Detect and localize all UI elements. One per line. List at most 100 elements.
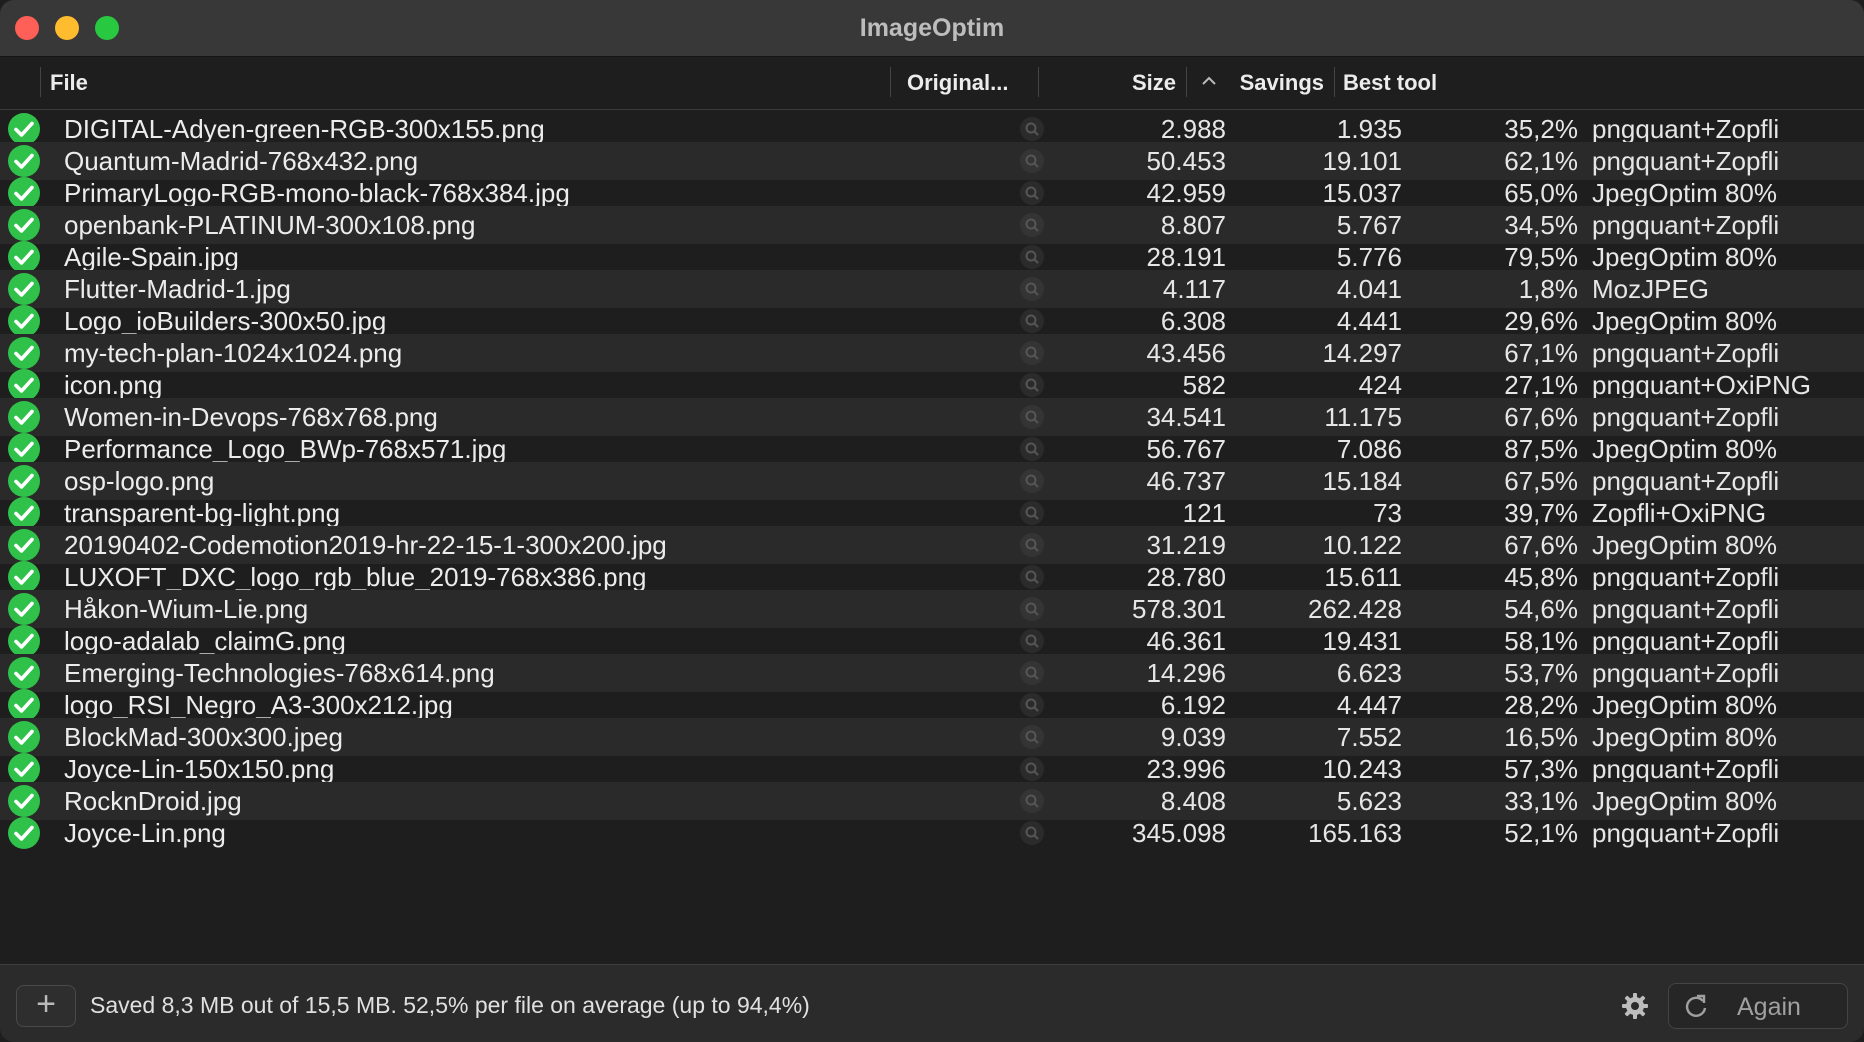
file-name: Emerging-Technologies-768x614.png xyxy=(64,658,495,688)
original-size: 2.988 xyxy=(1160,114,1226,144)
title-bar: ImageOptim xyxy=(0,0,1864,57)
optimized-size: 15.611 xyxy=(1324,562,1402,592)
original-size: 8.807 xyxy=(1160,210,1226,240)
imageoptim-window: ImageOptim File Original... Size Savings… xyxy=(0,0,1864,1042)
checkmark-icon xyxy=(8,465,40,497)
best-tool: pngquant+Zopfli xyxy=(1592,466,1780,496)
magnifier-icon[interactable] xyxy=(1020,789,1044,813)
savings-percent: 33,1% xyxy=(1504,786,1578,816)
optimized-size: 262.428 xyxy=(1308,594,1402,624)
original-size: 56.767 xyxy=(1146,434,1226,464)
savings-percent: 67,1% xyxy=(1504,338,1578,368)
original-size: 46.361 xyxy=(1146,626,1226,656)
add-files-button[interactable]: + xyxy=(16,985,76,1027)
magnifier-icon[interactable] xyxy=(1020,277,1044,301)
original-size: 31.219 xyxy=(1146,530,1226,560)
checkmark-icon xyxy=(8,657,40,689)
optimized-size: 19.431 xyxy=(1322,626,1402,656)
original-size: 8.408 xyxy=(1160,786,1226,816)
magnifier-icon[interactable] xyxy=(1020,437,1044,461)
gear-icon[interactable] xyxy=(1620,991,1650,1021)
savings-percent: 28,2% xyxy=(1504,690,1578,720)
savings-percent: 29,6% xyxy=(1504,306,1578,336)
optimized-size: 10.122 xyxy=(1322,530,1402,560)
original-size: 28.780 xyxy=(1146,562,1226,592)
magnifier-icon[interactable] xyxy=(1020,757,1044,781)
magnifier-icon[interactable] xyxy=(1020,117,1044,141)
original-size: 6.192 xyxy=(1160,690,1226,720)
column-header-original[interactable]: Original... xyxy=(907,70,1008,96)
magnifier-icon[interactable] xyxy=(1020,821,1044,845)
best-tool: pngquant+Zopfli xyxy=(1592,210,1780,240)
column-header-best-tool[interactable]: Best tool xyxy=(1343,70,1437,96)
checkmark-icon xyxy=(8,593,40,625)
sort-ascending-icon[interactable] xyxy=(1202,73,1216,91)
file-name: Håkon-Wium-Lie.png xyxy=(64,594,309,624)
file-name: osp-logo.png xyxy=(64,466,215,496)
best-tool: JpegOptim 80% xyxy=(1592,178,1777,208)
checkmark-icon xyxy=(8,401,40,433)
magnifier-icon[interactable] xyxy=(1020,405,1044,429)
checkmark-icon xyxy=(8,721,40,753)
table-row[interactable]: Joyce-Lin.png 345.098 165.163 52,1% pngquant… xyxy=(0,814,1864,852)
optimized-size: 165.163 xyxy=(1308,818,1402,848)
magnifier-icon[interactable] xyxy=(1020,725,1044,749)
magnifier-icon[interactable] xyxy=(1020,629,1044,653)
savings-percent: 54,6% xyxy=(1504,594,1578,624)
savings-percent: 57,3% xyxy=(1504,754,1578,784)
savings-percent: 53,7% xyxy=(1504,658,1578,688)
savings-percent: 65,0% xyxy=(1504,178,1578,208)
optimized-size: 15.184 xyxy=(1322,466,1402,496)
best-tool: pngquant+Zopfli xyxy=(1592,594,1780,624)
magnifier-icon[interactable] xyxy=(1020,181,1044,205)
checkmark-icon xyxy=(8,625,40,657)
magnifier-icon[interactable] xyxy=(1020,469,1044,493)
optimized-size: 11.175 xyxy=(1324,402,1402,432)
magnifier-icon[interactable] xyxy=(1020,597,1044,621)
checkmark-icon xyxy=(8,337,40,369)
magnifier-icon[interactable] xyxy=(1020,341,1044,365)
savings-percent: 67,6% xyxy=(1504,402,1578,432)
savings-percent: 79,5% xyxy=(1504,242,1578,272)
best-tool: JpegOptim 80% xyxy=(1592,242,1777,272)
magnifier-icon[interactable] xyxy=(1020,501,1044,525)
column-separator xyxy=(40,67,41,97)
checkmark-icon xyxy=(8,145,40,177)
savings-percent: 1,8% xyxy=(1518,274,1578,304)
file-name: logo-adalab_claimG.png xyxy=(64,626,346,656)
magnifier-icon[interactable] xyxy=(1020,661,1044,685)
checkmark-icon xyxy=(8,177,40,209)
original-size: 43.456 xyxy=(1146,338,1226,368)
file-name: 20190402-Codemotion2019-hr-22-15-1-300x2… xyxy=(64,530,667,560)
column-header-file[interactable]: File xyxy=(50,70,88,96)
checkmark-icon xyxy=(8,369,40,401)
savings-percent: 27,1% xyxy=(1504,370,1578,400)
again-button[interactable]: Again xyxy=(1668,983,1848,1029)
file-name: DIGITAL-Adyen-green-RGB-300x155.png xyxy=(64,114,545,144)
checkmark-icon xyxy=(8,305,40,337)
original-size: 50.453 xyxy=(1146,146,1226,176)
column-header-savings[interactable]: Savings xyxy=(1240,70,1324,96)
magnifier-icon[interactable] xyxy=(1020,373,1044,397)
magnifier-icon[interactable] xyxy=(1020,565,1044,589)
column-header-size[interactable]: Size xyxy=(1132,70,1176,96)
magnifier-icon[interactable] xyxy=(1020,533,1044,557)
best-tool: JpegOptim 80% xyxy=(1592,306,1777,336)
column-separator xyxy=(890,67,891,97)
savings-percent: 16,5% xyxy=(1504,722,1578,752)
checkmark-icon xyxy=(8,817,40,849)
best-tool: pngquant+Zopfli xyxy=(1592,626,1780,656)
savings-percent: 52,1% xyxy=(1504,818,1578,848)
optimized-size: 7.552 xyxy=(1336,722,1402,752)
magnifier-icon[interactable] xyxy=(1020,213,1044,237)
magnifier-icon[interactable] xyxy=(1020,149,1044,173)
file-name: Agile-Spain.jpg xyxy=(64,242,239,272)
best-tool: MozJPEG xyxy=(1592,274,1710,304)
best-tool: pngquant+Zopfli xyxy=(1592,402,1780,432)
magnifier-icon[interactable] xyxy=(1020,309,1044,333)
file-name: icon.png xyxy=(64,370,163,400)
checkmark-icon xyxy=(8,497,40,529)
magnifier-icon[interactable] xyxy=(1020,245,1044,269)
magnifier-icon[interactable] xyxy=(1020,693,1044,717)
best-tool: pngquant+Zopfli xyxy=(1592,658,1780,688)
